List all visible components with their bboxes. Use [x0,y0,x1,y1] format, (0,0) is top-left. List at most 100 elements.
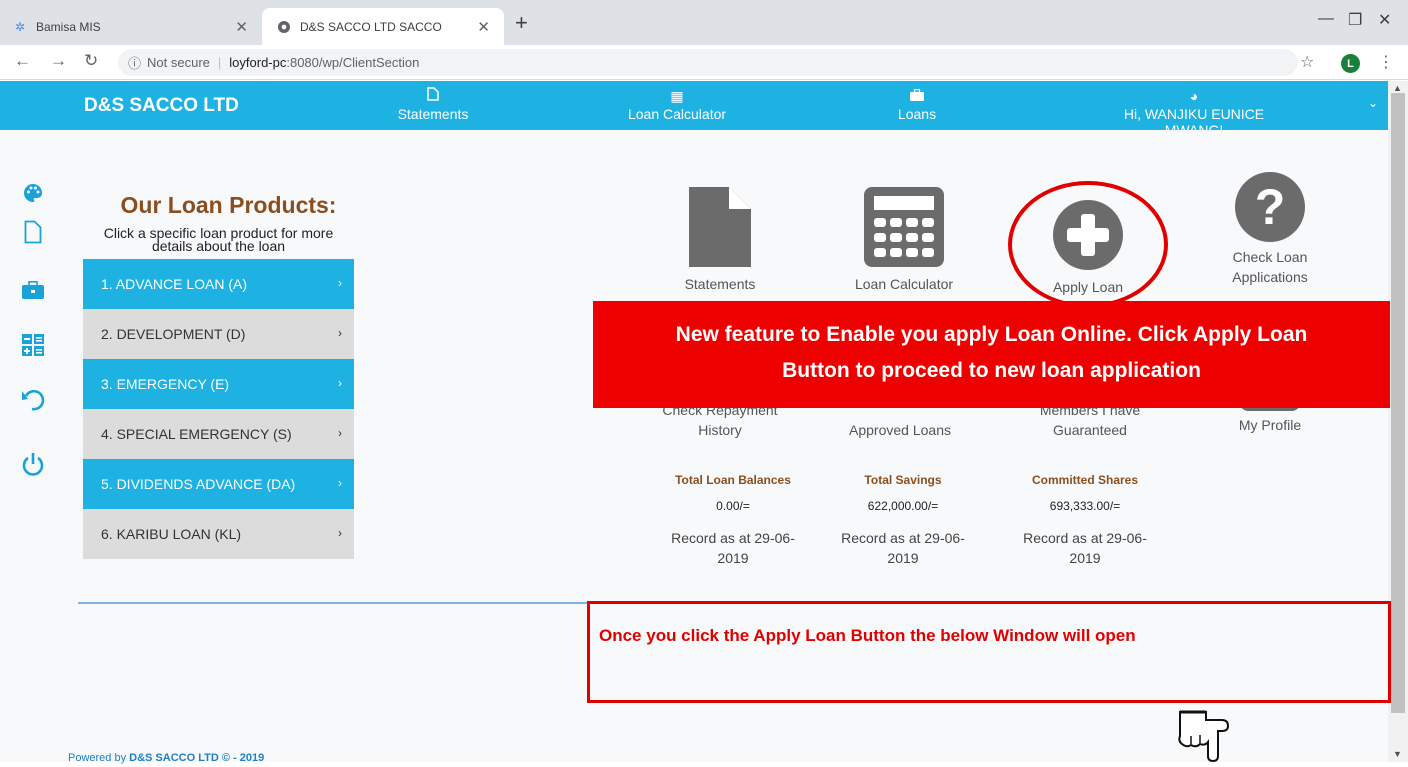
scroll-thumb[interactable] [1391,93,1405,713]
stat-record-date: Record as at 29-06- 2019 [992,528,1178,568]
address-bar[interactable]: ⓘ Not secure | loyford-pc :8080/wp/Clien… [118,49,1298,76]
annotation-banner: New feature to Enable you apply Loan Onl… [593,301,1390,408]
nav-loan-calculator[interactable]: ▦ Loan Calculator [577,86,777,122]
tile-check-loan-applications[interactable]: ? Check Loan Applications [1210,172,1330,287]
tile-label: Approved Loans [849,422,951,438]
briefcase-icon[interactable] [18,275,48,305]
chevron-right-icon: › [338,476,342,490]
nav-loans[interactable]: Loans [817,86,1017,122]
statements-document-icon [689,187,751,267]
loan-product-label: 5. DIVIDENDS ADVANCE (DA) [101,476,296,492]
stat-label-total-savings: Total Savings [864,473,942,487]
brand-title[interactable]: D&S SACCO LTD [84,95,239,117]
power-icon[interactable] [18,449,48,479]
chevron-right-icon: › [338,526,342,540]
loan-product-label: 1. ADVANCE LOAN (A) [101,276,248,292]
browser-tab-sacco[interactable]: D&S SACCO LTD SACCO ✕ [262,8,504,45]
tab-title: D&S SACCO LTD SACCO [300,19,442,34]
loan-products-panel: Our Loan Products: Click a specific loan… [83,192,354,559]
nav-label: Loans [897,106,937,122]
forward-arrow-icon[interactable]: → [50,51,67,71]
loan-products-subtitle: Click a specific loan product for more d… [83,226,354,253]
chevron-down-icon[interactable]: ⌄ [1368,96,1378,110]
close-window-icon[interactable]: ✕ [1378,10,1391,30]
loan-product-item[interactable]: 1. ADVANCE LOAN (A) › [83,259,354,309]
address-path: :8080/wp/ClientSection [286,55,420,70]
close-tab-icon[interactable]: ✕ [235,18,248,36]
profile-avatar[interactable]: L [1341,54,1360,73]
page-scrollbar[interactable]: ▲ ▼ [1388,81,1408,762]
footer-prefix: Powered by [68,752,130,764]
question-circle-icon: ? [1235,172,1305,242]
stat-record-date: Record as at 29-06- 2019 [810,528,996,568]
nav-label: Loan Calculator [627,106,727,122]
loan-product-item[interactable]: 6. KARIBU LOAN (KL) › [83,509,354,559]
record-line: Record as at 29-06- [841,530,965,546]
tab-title: Bamisa MIS [36,19,101,34]
browser-tab-bamisa[interactable]: ✲ Bamisa MIS ✕ [0,8,262,45]
loan-product-label: 4. SPECIAL EMERGENCY (S) [101,426,292,442]
calculator-icon[interactable] [18,330,48,360]
tile-statements[interactable]: Statements [660,187,780,294]
new-tab-plus-icon[interactable]: + [515,12,528,34]
record-line: 2019 [1069,550,1101,566]
tile-label: Statements [684,276,756,292]
footer-brand[interactable]: D&S SACCO LTD © - 2019 [129,752,264,764]
loan-product-item[interactable]: 3. EMERGENCY (E) › [83,359,354,409]
record-line: 2019 [887,550,919,566]
loan-product-item[interactable]: 2. DEVELOPMENT (D) › [83,309,354,359]
section-divider [78,602,588,604]
loan-product-label: 3. EMERGENCY (E) [101,376,230,392]
briefcase-icon [817,86,1017,106]
scroll-down-arrow-icon[interactable]: ▼ [1393,749,1402,759]
browser-tabstrip: ✲ Bamisa MIS ✕ D&S SACCO LTD SACCO ✕ + —… [0,0,1408,45]
tile-label: Loan Calculator [854,276,954,292]
stat-value-total-savings: 622,000.00/= [867,499,939,513]
nav-label: Statements [397,106,469,122]
stat-value-loan-balances: 0.00/= [716,499,750,513]
nav-statements[interactable]: Statements [333,86,533,122]
document-icon[interactable] [18,217,48,247]
tile-label: My Profile [1238,417,1302,433]
banner-line: Button to proceed to new loan applicatio… [782,359,1201,382]
loan-product-item[interactable]: 5. DIVIDENDS ADVANCE (DA) › [83,459,354,509]
minimize-icon[interactable]: — [1318,10,1334,28]
tile-label: Guaranteed [1053,422,1127,438]
browser-menu-icon[interactable]: ⋮ [1378,52,1394,72]
back-arrow-icon[interactable]: ← [14,51,31,71]
bookmark-star-icon[interactable]: ☆ [1300,52,1314,72]
loan-product-item[interactable]: 4. SPECIAL EMERGENCY (S) › [83,409,354,459]
scroll-up-arrow-icon[interactable]: ▲ [1393,83,1402,93]
palette-icon[interactable] [18,178,48,208]
chevron-right-icon: › [338,326,342,340]
document-icon [333,86,533,106]
footer: Powered by D&S SACCO LTD © - 2019 [68,752,264,764]
reload-icon[interactable]: ↻ [84,51,98,71]
record-line: Record as at 29-06- [1023,530,1147,546]
loan-product-label: 6. KARIBU LOAN (KL) [101,526,242,542]
close-tab-icon[interactable]: ✕ [477,18,490,36]
dashboard-icon: ◕ [1189,88,1199,104]
svg-text:?: ? [1255,179,1286,235]
tile-label: Check Loan [1232,249,1308,265]
security-label: Not secure [147,55,210,70]
annotation-callout-box: Once you click the Apply Loan Button the… [587,601,1391,703]
chevron-right-icon: › [338,276,342,290]
info-icon[interactable]: ⓘ [128,53,141,72]
loan-product-label: 2. DEVELOPMENT (D) [101,326,246,342]
restore-icon[interactable]: ❐ [1348,10,1362,30]
banner-line: New feature to Enable you apply Loan Onl… [675,323,1308,346]
calculator-icon: ▦ [670,88,684,104]
chevron-right-icon: › [338,426,342,440]
tile-loan-calculator[interactable]: Loan Calculator [838,187,970,294]
tile-label: Applications [1232,269,1308,285]
highlight-circle [1008,181,1168,308]
chevron-right-icon: › [338,376,342,390]
loan-products-title: Our Loan Products: [120,192,337,218]
globe-favicon-icon [276,19,292,35]
tile-approved-loans[interactable]: Approved Loans [820,420,980,440]
mis-favicon-icon: ✲ [14,19,26,34]
address-host: loyford-pc [229,55,287,70]
undo-icon[interactable] [18,385,48,415]
callout-text: Once you click the Apply Loan Button the… [599,626,1136,645]
